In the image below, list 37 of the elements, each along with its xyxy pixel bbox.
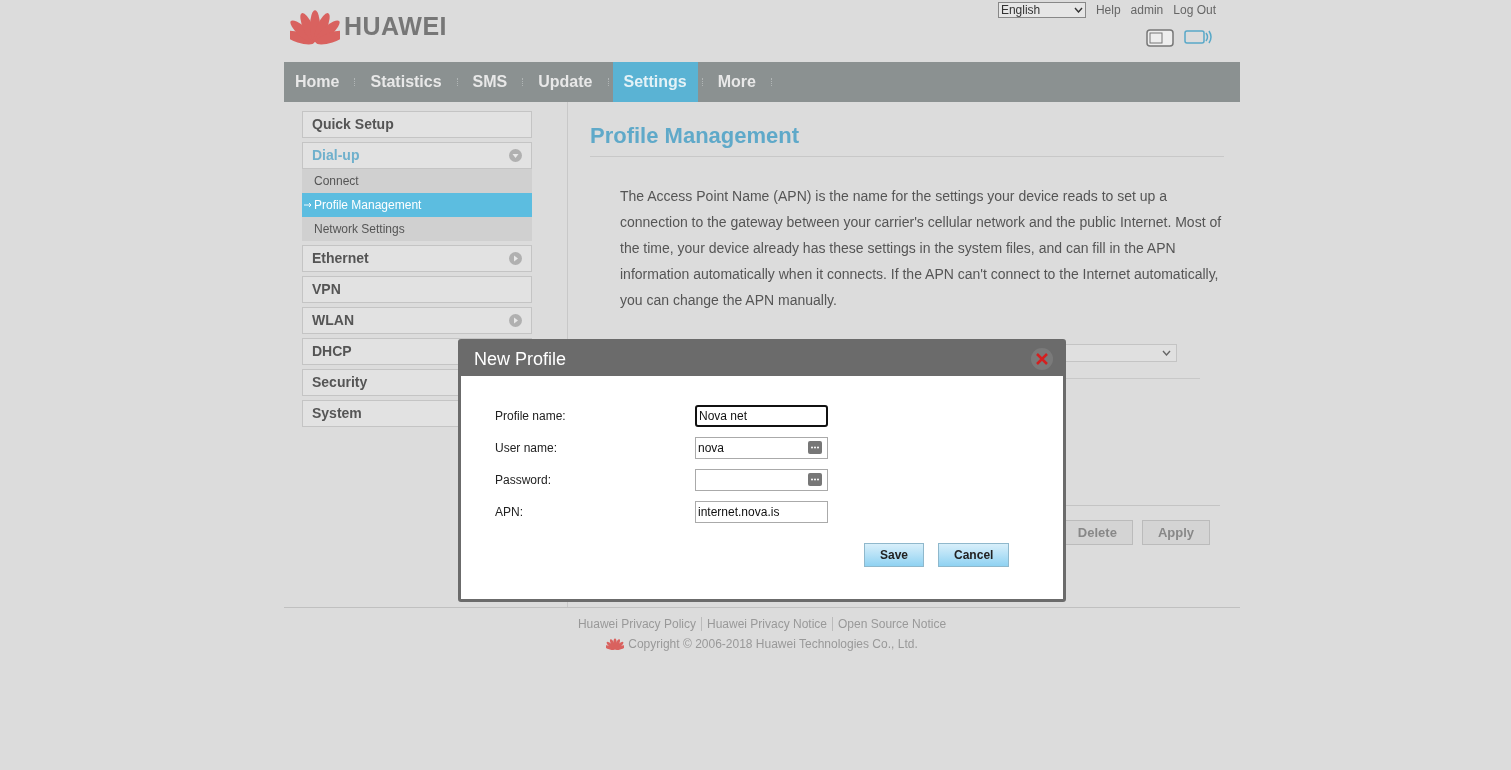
nav-tab[interactable]: Home <box>284 62 351 102</box>
nav-tab[interactable]: SMS <box>461 62 519 102</box>
field-label: User name: <box>495 440 559 457</box>
description-text: The Access Point Name (APN) is the name for the settings your device reads to set up a connection to the gateway between your carrier's cellular network and the public Internet. Most of the time, your device already has these settings in the system files, and can fill in the APN information automatically when it connects. If the APN can't connect to the Internet automatically, you can change the APN manually. <box>620 187 1223 310</box>
signal-icon <box>1184 29 1212 47</box>
sidebar-item[interactable]: VPN <box>302 276 532 303</box>
page-title: Profile Management <box>590 119 1224 157</box>
sidebar-item[interactable]: Quick Setup <box>302 111 532 138</box>
input-field[interactable]: internet.nova.is <box>695 501 828 523</box>
more-icon[interactable] <box>808 441 822 454</box>
chevron-icon <box>1162 350 1171 356</box>
logo-icon <box>606 637 625 651</box>
header-link[interactable]: Log Out <box>1173 1 1216 19</box>
submenu-item[interactable]: Connect <box>302 169 532 193</box>
more-icon[interactable] <box>808 473 822 486</box>
header-link[interactable]: Help <box>1095 1 1121 19</box>
header-link[interactable]: admin <box>1130 1 1164 19</box>
action-button[interactable]: Apply <box>1141 520 1210 545</box>
language-select[interactable]: English <box>997 2 1086 18</box>
nav-tab[interactable]: More <box>706 62 767 102</box>
sidebar-item[interactable]: Ethernet <box>302 245 532 272</box>
chevron-icon <box>1073 7 1083 13</box>
nav-tab[interactable]: Update <box>527 62 604 102</box>
sim-icon <box>1146 29 1174 47</box>
field-label: APN: <box>495 504 524 521</box>
input-field[interactable]: Nova net <box>695 405 828 427</box>
nav-tab[interactable]: Statistics <box>359 62 453 102</box>
brand-name: HUAWEI <box>344 11 447 43</box>
copyright-text: Copyright © 2006-2018 Huawei Technologies Co., Ltd. <box>628 636 918 653</box>
input-field[interactable]: nova <box>695 437 828 459</box>
sidebar-item[interactable]: WLAN <box>302 307 532 334</box>
arrow-icon <box>304 202 312 208</box>
dialog-button[interactable]: Save <box>864 543 925 567</box>
field-label: Password: <box>495 472 553 489</box>
submenu-item[interactable]: Network Settings <box>302 217 532 241</box>
dialog-button[interactable]: Cancel <box>938 543 1010 567</box>
input-field[interactable] <box>695 469 828 491</box>
